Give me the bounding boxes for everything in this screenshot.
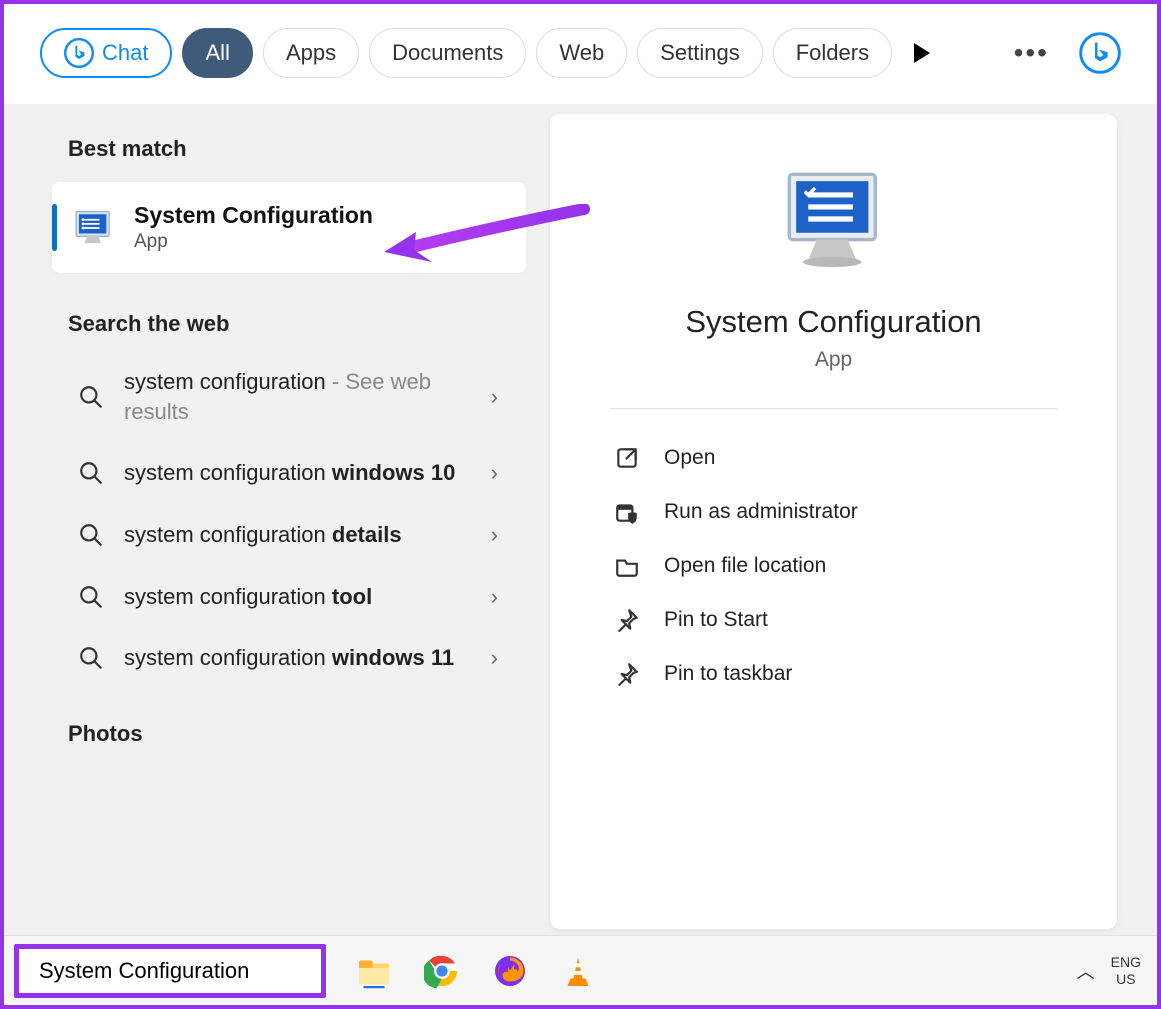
vlc-icon[interactable] (560, 953, 596, 989)
detail-divider (610, 408, 1057, 409)
action-label: Run as administrator (664, 500, 858, 524)
action-label: Open file location (664, 554, 826, 578)
search-icon (78, 522, 104, 548)
search-results-content: Best match System Configuration App Sear… (4, 104, 1157, 939)
firefox-icon[interactable] (492, 953, 528, 989)
chevron-right-icon: › (491, 645, 498, 671)
detail-action[interactable]: Pin to Start (610, 593, 1057, 647)
web-result-text: system configuration tool (124, 582, 471, 612)
chrome-icon[interactable] (424, 953, 460, 989)
pin-icon (614, 661, 640, 687)
best-match-title: System Configuration (134, 202, 373, 229)
detail-subtitle: App (610, 348, 1057, 372)
web-result[interactable]: system configuration windows 11 › (68, 633, 526, 683)
chevron-right-icon: › (491, 384, 498, 410)
search-icon (78, 584, 104, 610)
language-indicator[interactable]: ENG US (1111, 954, 1141, 986)
taskbar-search-input[interactable] (39, 958, 327, 984)
web-result-text: system configuration details (124, 520, 471, 550)
detail-app-icon (779, 164, 889, 274)
admin-shield-icon (614, 499, 640, 525)
file-explorer-icon[interactable] (356, 953, 392, 989)
detail-action[interactable]: Run as administrator (610, 485, 1057, 539)
web-result-text: system configuration windows 10 (124, 458, 471, 488)
chevron-right-icon: › (491, 460, 498, 486)
search-web-heading: Search the web (68, 311, 526, 337)
folder-icon (614, 553, 640, 579)
chevron-right-icon: › (491, 584, 498, 610)
tray-overflow-chevron-icon[interactable]: ︿ (1077, 958, 1095, 984)
search-icon (78, 384, 104, 410)
detail-action[interactable]: Open file location (610, 539, 1057, 593)
chevron-right-icon: › (491, 522, 498, 548)
detail-pane: System Configuration App Open Run as admi… (550, 114, 1117, 929)
detail-action[interactable]: Pin to taskbar (610, 647, 1057, 701)
pin-icon (614, 607, 640, 633)
search-icon (78, 460, 104, 486)
web-result-text: system configuration - See web results (124, 367, 471, 426)
web-result[interactable]: system configuration windows 10 › (68, 448, 526, 498)
system-configuration-icon (72, 206, 116, 250)
best-match-heading: Best match (68, 136, 526, 162)
photos-heading: Photos (68, 721, 526, 747)
results-left-pane: Best match System Configuration App Sear… (4, 104, 542, 939)
search-icon (78, 645, 104, 671)
best-match-result[interactable]: System Configuration App (52, 182, 526, 273)
taskbar-pinned-apps (356, 953, 596, 989)
action-label: Open (664, 446, 715, 470)
detail-action[interactable]: Open (610, 431, 1057, 485)
web-result[interactable]: system configuration tool › (68, 572, 526, 622)
open-external-icon (614, 445, 640, 471)
web-result[interactable]: system configuration - See web results › (68, 357, 526, 436)
detail-title: System Configuration (610, 304, 1057, 340)
web-result[interactable]: system configuration details › (68, 510, 526, 560)
taskbar: ︿ ENG US (4, 935, 1157, 1005)
web-result-text: system configuration windows 11 (124, 643, 471, 673)
best-match-subtitle: App (134, 231, 373, 253)
action-label: Pin to Start (664, 608, 768, 632)
taskbar-search-box[interactable] (14, 944, 326, 998)
action-label: Pin to taskbar (664, 662, 792, 686)
